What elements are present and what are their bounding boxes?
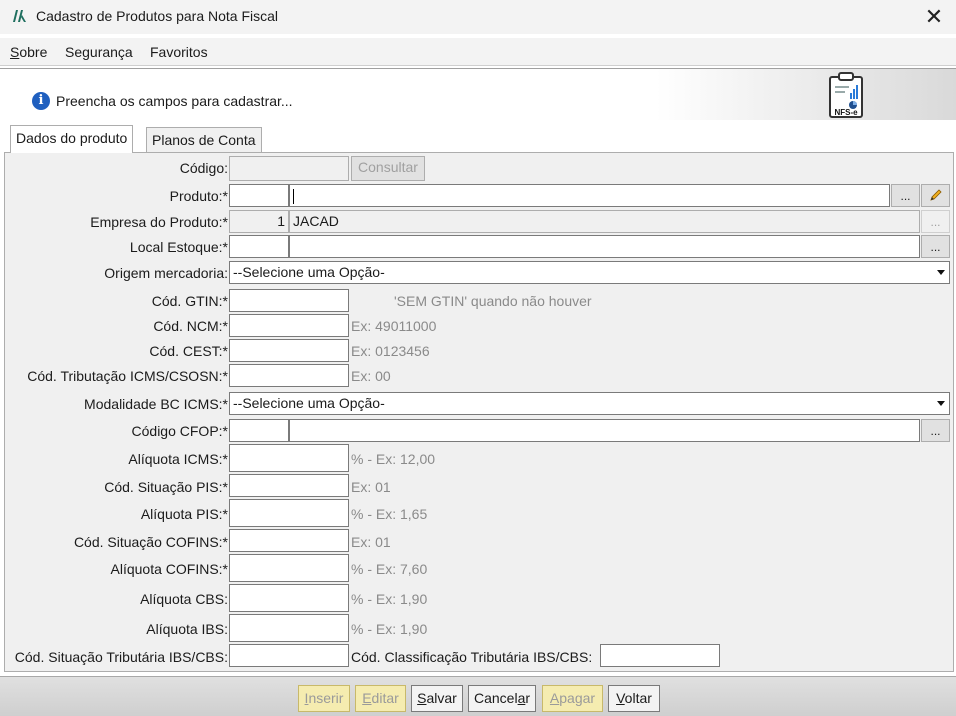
origem-selected: --Selecione uma Opção- (233, 264, 385, 280)
codigo-input[interactable] (229, 156, 349, 181)
dropdown-arrow-icon (937, 270, 945, 275)
voltar-button[interactable]: Voltar (608, 685, 660, 712)
app-logo-icon (13, 10, 26, 22)
aliq-cofins-label: Alíquota COFINS:* (110, 561, 229, 577)
empresa-lookup-button[interactable]: ... (921, 210, 950, 233)
cfop-label: Código CFOP:* (131, 423, 228, 439)
sit-pis-input[interactable] (229, 474, 349, 497)
local-estoque-name-input[interactable] (289, 235, 920, 258)
svg-text:NFS-e: NFS-e (834, 108, 858, 117)
modalidade-select[interactable]: --Selecione uma Opção- (229, 392, 950, 415)
class-ibs-cbs-input[interactable] (600, 644, 720, 667)
aliq-cofins-hint: % - Ex: 7,60 (351, 561, 428, 577)
cest-input[interactable] (229, 339, 349, 362)
tab-dados-produto[interactable]: Dados do produto (10, 125, 134, 153)
aliq-pis-input[interactable] (229, 499, 349, 527)
gtin-input[interactable] (229, 289, 349, 312)
ncm-input[interactable] (229, 314, 349, 337)
dropdown-arrow-icon (937, 401, 945, 406)
aliq-icms-input[interactable] (229, 444, 349, 472)
apagar-button[interactable]: Apagar (542, 685, 603, 712)
aliq-cofins-input[interactable] (229, 554, 349, 582)
icms-csosn-label: Cód. Tributação ICMS/CSOSN:* (27, 368, 228, 384)
aliq-pis-label: Alíquota PIS:* (140, 506, 228, 522)
codigo-label: Código: (179, 160, 228, 176)
icms-csosn-hint: Ex: 00 (351, 368, 391, 384)
sit-pis-label: Cód. Situação PIS:* (104, 479, 228, 495)
ncm-label: Cód. NCM:* (153, 318, 228, 334)
local-estoque-code-input[interactable] (229, 235, 289, 258)
aliq-icms-label: Alíquota ICMS:* (128, 451, 228, 467)
cest-hint: Ex: 0123456 (351, 343, 430, 359)
origem-label: Origem mercadoria: (104, 265, 228, 281)
empresa-code-input[interactable]: 1 (229, 210, 289, 233)
sit-cofins-hint: Ex: 01 (351, 534, 391, 550)
aliq-cbs-hint: % - Ex: 1,90 (351, 591, 428, 607)
menu-seguranca[interactable]: Segurança (65, 44, 133, 60)
tab-planos-conta[interactable]: Planos de Conta (146, 127, 262, 152)
info-banner: i Preencha os campos para cadastrar... N… (0, 68, 956, 121)
menu-favoritos[interactable]: Favoritos (150, 44, 208, 60)
sit-ibs-cbs-label: Cód. Situação Tributária IBS/CBS: (14, 649, 228, 665)
gtin-hint: 'SEM GTIN' quando não houver (394, 293, 592, 309)
aliq-cbs-input[interactable] (229, 584, 349, 612)
close-icon[interactable]: ✕ (920, 4, 948, 30)
sit-cofins-label: Cód. Situação COFINS:* (73, 534, 228, 550)
aliq-icms-hint: % - Ex: 12,00 (351, 451, 436, 467)
cfop-code-input[interactable] (229, 419, 289, 442)
consultar-button[interactable]: Consultar (351, 156, 425, 181)
cfop-name-input[interactable] (289, 419, 920, 442)
edit-pencil-icon[interactable] (921, 184, 950, 207)
aliq-ibs-hint: % - Ex: 1,90 (351, 621, 428, 637)
sit-ibs-cbs-input[interactable] (229, 644, 349, 667)
gtin-label: Cód. GTIN:* (151, 293, 228, 309)
sit-pis-hint: Ex: 01 (351, 479, 391, 495)
inserir-button[interactable]: Inserir (298, 685, 350, 712)
empresa-label: Empresa do Produto:* (90, 214, 228, 230)
aliq-ibs-input[interactable] (229, 614, 349, 642)
cest-label: Cód. CEST:* (149, 343, 228, 359)
empresa-name-input[interactable]: JACAD (289, 210, 920, 233)
aliq-cbs-label: Alíquota CBS: (140, 591, 228, 607)
modalidade-label: Modalidade BC ICMS:* (84, 396, 228, 412)
aliq-pis-hint: % - Ex: 1,65 (351, 506, 428, 522)
tab-strip: Dados do produto Planos de Conta (0, 120, 956, 153)
action-bar: Inserir Editar Salvar Cancelar Apagar Vo… (0, 676, 956, 716)
banner-message: Preencha os campos para cadastrar... (56, 93, 293, 109)
produto-label: Produto:* (169, 188, 228, 204)
cancelar-button[interactable]: Cancelar (468, 685, 536, 712)
menu-sobre[interactable]: Sobre (10, 44, 47, 60)
cfop-lookup-button[interactable]: ... (921, 419, 950, 442)
icms-csosn-input[interactable] (229, 364, 349, 387)
origem-select[interactable]: --Selecione uma Opção- (229, 261, 950, 284)
local-estoque-lookup-button[interactable]: ... (921, 235, 950, 258)
produto-name-input[interactable] (289, 184, 890, 207)
modalidade-selected: --Selecione uma Opção- (233, 395, 385, 411)
sit-cofins-input[interactable] (229, 529, 349, 552)
nfse-clipboard-icon: NFS-e (829, 72, 863, 118)
editar-button[interactable]: Editar (355, 685, 406, 712)
salvar-button[interactable]: Salvar (411, 685, 463, 712)
class-ibs-cbs-label: Cód. Classificação Tributária IBS/CBS: (351, 649, 593, 665)
produto-code-input[interactable] (229, 184, 289, 207)
menu-bar: Sobre Segurança Favoritos (0, 38, 956, 66)
ncm-hint: Ex: 49011000 (351, 318, 437, 334)
window-title: Cadastro de Produtos para Nota Fiscal (36, 8, 279, 24)
aliq-ibs-label: Alíquota IBS: (146, 621, 228, 637)
info-icon: i (32, 92, 50, 110)
produto-lookup-button[interactable]: ... (891, 184, 920, 207)
local-estoque-label: Local Estoque:* (129, 239, 228, 255)
title-bar: Cadastro de Produtos para Nota Fiscal ✕ (0, 0, 956, 34)
